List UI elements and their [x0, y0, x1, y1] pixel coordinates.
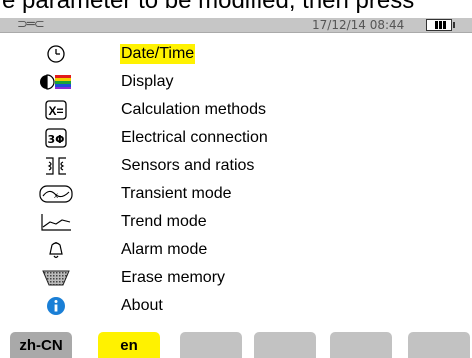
function-key-bar: zh-CN en	[0, 332, 472, 358]
menu-item-sensors-and-ratios[interactable]: Sensors and ratios	[0, 152, 472, 180]
bell-icon	[38, 236, 74, 264]
sensor-icon	[38, 152, 74, 180]
transient-icon: x	[38, 180, 74, 208]
menu-item-label: Trend mode	[121, 213, 207, 230]
function-key-4[interactable]	[254, 332, 316, 358]
svg-text:X=: X=	[48, 104, 63, 118]
menu-item-label: Alarm mode	[121, 241, 208, 258]
status-bar: ⊃═⊂ 17/12/14 08:44	[0, 17, 472, 33]
function-key-zh-cn[interactable]: zh-CN	[10, 332, 72, 358]
menu-item-trend-mode[interactable]: Trend mode	[0, 208, 472, 236]
clock-icon	[38, 40, 74, 68]
svg-text:x: x	[54, 191, 58, 200]
erase-icon	[38, 264, 74, 292]
menu-item-display[interactable]: Display	[0, 68, 472, 96]
menu-item-label: Date/Time	[120, 44, 196, 64]
display-icon	[38, 68, 74, 96]
calculation-icon: X=	[38, 96, 74, 124]
connection-icon: ⊃═⊂	[17, 17, 45, 32]
menu-item-date-time[interactable]: Date/Time	[0, 40, 472, 68]
menu-item-label: About	[121, 297, 163, 314]
trend-icon	[38, 208, 74, 236]
function-key-en[interactable]: en	[98, 332, 160, 358]
svg-text:3Φ: 3Φ	[47, 133, 64, 146]
device-screen: ⊃═⊂ 17/12/14 08:44 Date/Time Display X= …	[0, 17, 472, 358]
menu-item-label: Transient mode	[121, 185, 232, 202]
menu-item-label: Sensors and ratios	[121, 157, 255, 174]
menu-item-alarm-mode[interactable]: Alarm mode	[0, 236, 472, 264]
function-key-3[interactable]	[180, 332, 242, 358]
menu-item-electrical-connection[interactable]: 3Φ Electrical connection	[0, 124, 472, 152]
instruction-caption: e parameter to be modified, then press	[0, 0, 472, 18]
function-key-6[interactable]	[408, 332, 470, 358]
menu-item-label: Electrical connection	[121, 129, 268, 146]
battery-icon	[426, 19, 455, 31]
three-phase-icon: 3Φ	[38, 124, 74, 152]
menu-item-label: Calculation methods	[121, 101, 266, 118]
function-key-label: zh-CN	[19, 336, 63, 354]
menu-item-label: Erase memory	[121, 269, 226, 286]
menu-item-label: Display	[121, 73, 174, 90]
menu-item-erase-memory[interactable]: Erase memory	[0, 264, 472, 292]
instruction-text: e parameter to be modified, then press	[2, 0, 415, 14]
menu-item-about[interactable]: About	[0, 292, 472, 320]
function-key-5[interactable]	[330, 332, 392, 358]
function-key-label: en	[120, 336, 138, 354]
menu-item-calculation-methods[interactable]: X= Calculation methods	[0, 96, 472, 124]
status-datetime: 17/12/14 08:44	[312, 18, 405, 32]
menu-item-transient-mode[interactable]: x Transient mode	[0, 180, 472, 208]
info-icon	[38, 292, 74, 320]
